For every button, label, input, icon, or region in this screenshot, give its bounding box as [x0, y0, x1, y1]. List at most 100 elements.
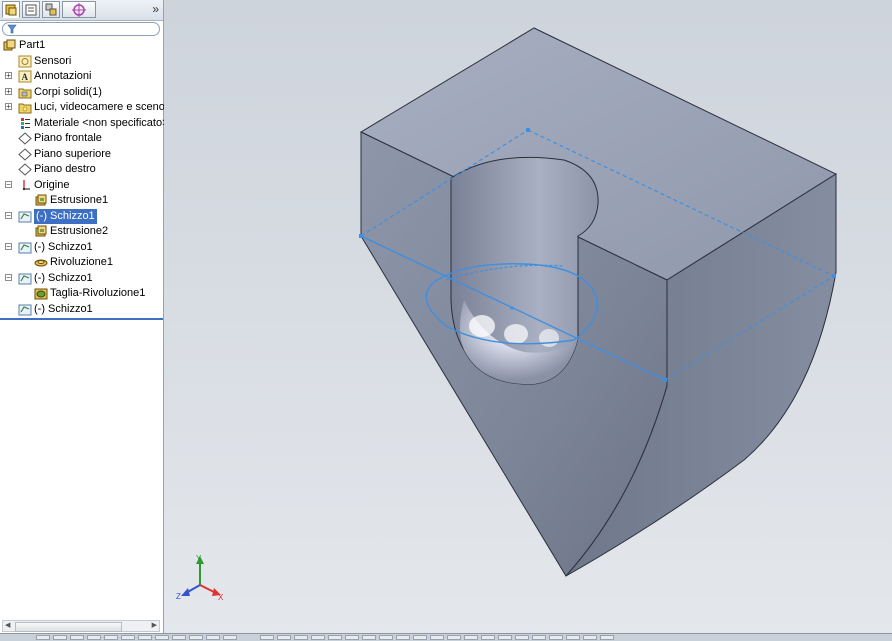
plane-icon [18, 132, 32, 145]
tree-child-item[interactable]: Estrusione1 [0, 193, 163, 208]
status-bar-button[interactable] [345, 635, 359, 640]
status-bar-button[interactable] [498, 635, 512, 640]
status-bar-button[interactable] [36, 635, 50, 640]
tree-item[interactable]: Piano superiore [0, 147, 163, 162]
configuration-manager-icon [45, 3, 57, 16]
status-bar-button[interactable] [277, 635, 291, 640]
status-bar-button[interactable] [155, 635, 169, 640]
tree-child-item[interactable]: Rivoluzione1 [0, 255, 163, 270]
status-bar-button[interactable] [189, 635, 203, 640]
collapse-node-icon[interactable]: − [5, 211, 12, 219]
lights-cameras-icon [18, 103, 32, 114]
scroll-right-arrow-icon[interactable]: ▶ [152, 621, 157, 629]
tree-item-label: Estrusione2 [50, 225, 109, 237]
status-bar-button[interactable] [600, 635, 614, 640]
tab-property-manager[interactable] [22, 1, 40, 18]
expand-node-icon[interactable]: + [5, 72, 12, 80]
tree-item[interactable]: (-) Schizzo1 [0, 302, 163, 317]
tree-item[interactable]: + Luci, videocamere e scenog [0, 100, 171, 115]
tab-feature-manager[interactable] [2, 1, 20, 18]
status-bar-button[interactable] [464, 635, 478, 640]
status-bar-button[interactable] [532, 635, 546, 640]
status-bar-button[interactable] [413, 635, 427, 640]
horizontal-scrollbar[interactable]: ◀ ▶ [2, 620, 160, 632]
scrollbar-thumb[interactable] [15, 622, 122, 632]
plane-icon [18, 163, 32, 176]
status-bar-button[interactable] [481, 635, 495, 640]
graphics-viewport[interactable]: Y X Z [164, 0, 892, 633]
status-bar-button[interactable] [206, 635, 220, 640]
tree-item[interactable]: Piano destro [0, 162, 163, 177]
sketch-icon [18, 242, 32, 253]
tree-item-label: (-) Schizzo1 [34, 302, 93, 315]
tree-item-label: Origine [34, 178, 70, 191]
triad-y-label: Y [196, 554, 202, 563]
status-bar-button[interactable] [328, 635, 342, 640]
status-bar-button[interactable] [430, 635, 444, 640]
expand-panel-button[interactable]: » [152, 2, 159, 16]
status-bar-button[interactable] [362, 635, 376, 640]
collapse-node-icon[interactable]: − [5, 273, 12, 281]
triad-z-label: Z [176, 592, 181, 601]
collapse-node-icon[interactable]: − [5, 180, 12, 188]
status-bar-button[interactable] [223, 635, 237, 640]
status-bar-button[interactable] [121, 635, 135, 640]
status-bar-button[interactable] [311, 635, 325, 640]
tree-item-label: Corpi solidi(1) [34, 85, 102, 98]
tree-item[interactable]: + A Annotazioni [0, 69, 163, 84]
feature-manager-icon [5, 4, 17, 16]
plane-icon [18, 147, 32, 161]
status-bar-button[interactable] [260, 635, 274, 640]
sketch-icon [18, 304, 32, 315]
expand-node-icon[interactable]: + [5, 103, 12, 111]
solid-bodies-folder-icon [18, 88, 32, 98]
tree-item-label: (-) Schizzo1 [34, 271, 93, 284]
tree-item-label: Annotazioni [34, 70, 92, 82]
status-bar-button[interactable] [566, 635, 580, 640]
tree-item[interactable]: Piano frontale [0, 131, 163, 146]
tree-item-label: Taglia-Rivoluzione1 [50, 287, 146, 299]
tree-item-label: (-) Schizzo1 [34, 240, 93, 253]
tree-item[interactable]: − (-) Schizzo1 [0, 271, 163, 286]
tree-item[interactable]: + Corpi solidi(1) [0, 85, 163, 100]
tree-item[interactable]: − (-) Schizzo1 [0, 240, 163, 255]
collapse-node-icon[interactable]: − [5, 242, 12, 250]
status-bar-button[interactable] [549, 635, 563, 640]
triad-x-label: X [218, 593, 224, 602]
expand-node-icon[interactable]: + [5, 87, 12, 95]
status-bar-button[interactable] [515, 635, 529, 640]
model-view[interactable]: Y X Z [164, 0, 892, 633]
origin-icon [22, 179, 30, 190]
tree-item-label: Piano destro [34, 163, 96, 175]
status-bar-button[interactable] [583, 635, 597, 640]
tree-root[interactable]: Part1 [0, 38, 163, 53]
annotation-icon: A [18, 70, 32, 83]
extrude-icon [35, 194, 47, 206]
scroll-left-arrow-icon[interactable]: ◀ [5, 621, 10, 629]
tree-child-item[interactable]: Taglia-Rivoluzione1 [0, 286, 163, 301]
tab-dimxpert-manager[interactable] [62, 1, 96, 18]
tree-item-label: (-) Schizzo1 [34, 208, 97, 224]
status-bar-button[interactable] [138, 635, 152, 640]
filter-bar[interactable] [2, 22, 160, 36]
status-bar-button[interactable] [379, 635, 393, 640]
extrude-icon [35, 225, 47, 237]
rollback-bar[interactable] [0, 318, 163, 320]
status-bar-button[interactable] [70, 635, 84, 640]
status-bar-button[interactable] [172, 635, 186, 640]
status-bar-button[interactable] [53, 635, 67, 640]
tree-item[interactable]: Materiale <non specificato> [0, 116, 169, 131]
tree-child-item[interactable]: Estrusione2 [0, 224, 163, 239]
status-bar-button[interactable] [396, 635, 410, 640]
panel-tab-bar: » [0, 0, 163, 21]
tree-item[interactable]: − Origine [0, 178, 163, 193]
status-bar-button[interactable] [294, 635, 308, 640]
tree-item-label: Luci, videocamere e scenog [34, 101, 171, 113]
tree-item[interactable]: − (-) Schizzo1 [0, 208, 163, 224]
tree-item[interactable]: Sensori [0, 54, 163, 69]
status-bar-button[interactable] [87, 635, 101, 640]
tree-item-label: Estrusione1 [50, 194, 109, 206]
tab-configuration-manager[interactable] [42, 1, 60, 18]
status-bar-button[interactable] [447, 635, 461, 640]
status-bar-button[interactable] [104, 635, 118, 640]
